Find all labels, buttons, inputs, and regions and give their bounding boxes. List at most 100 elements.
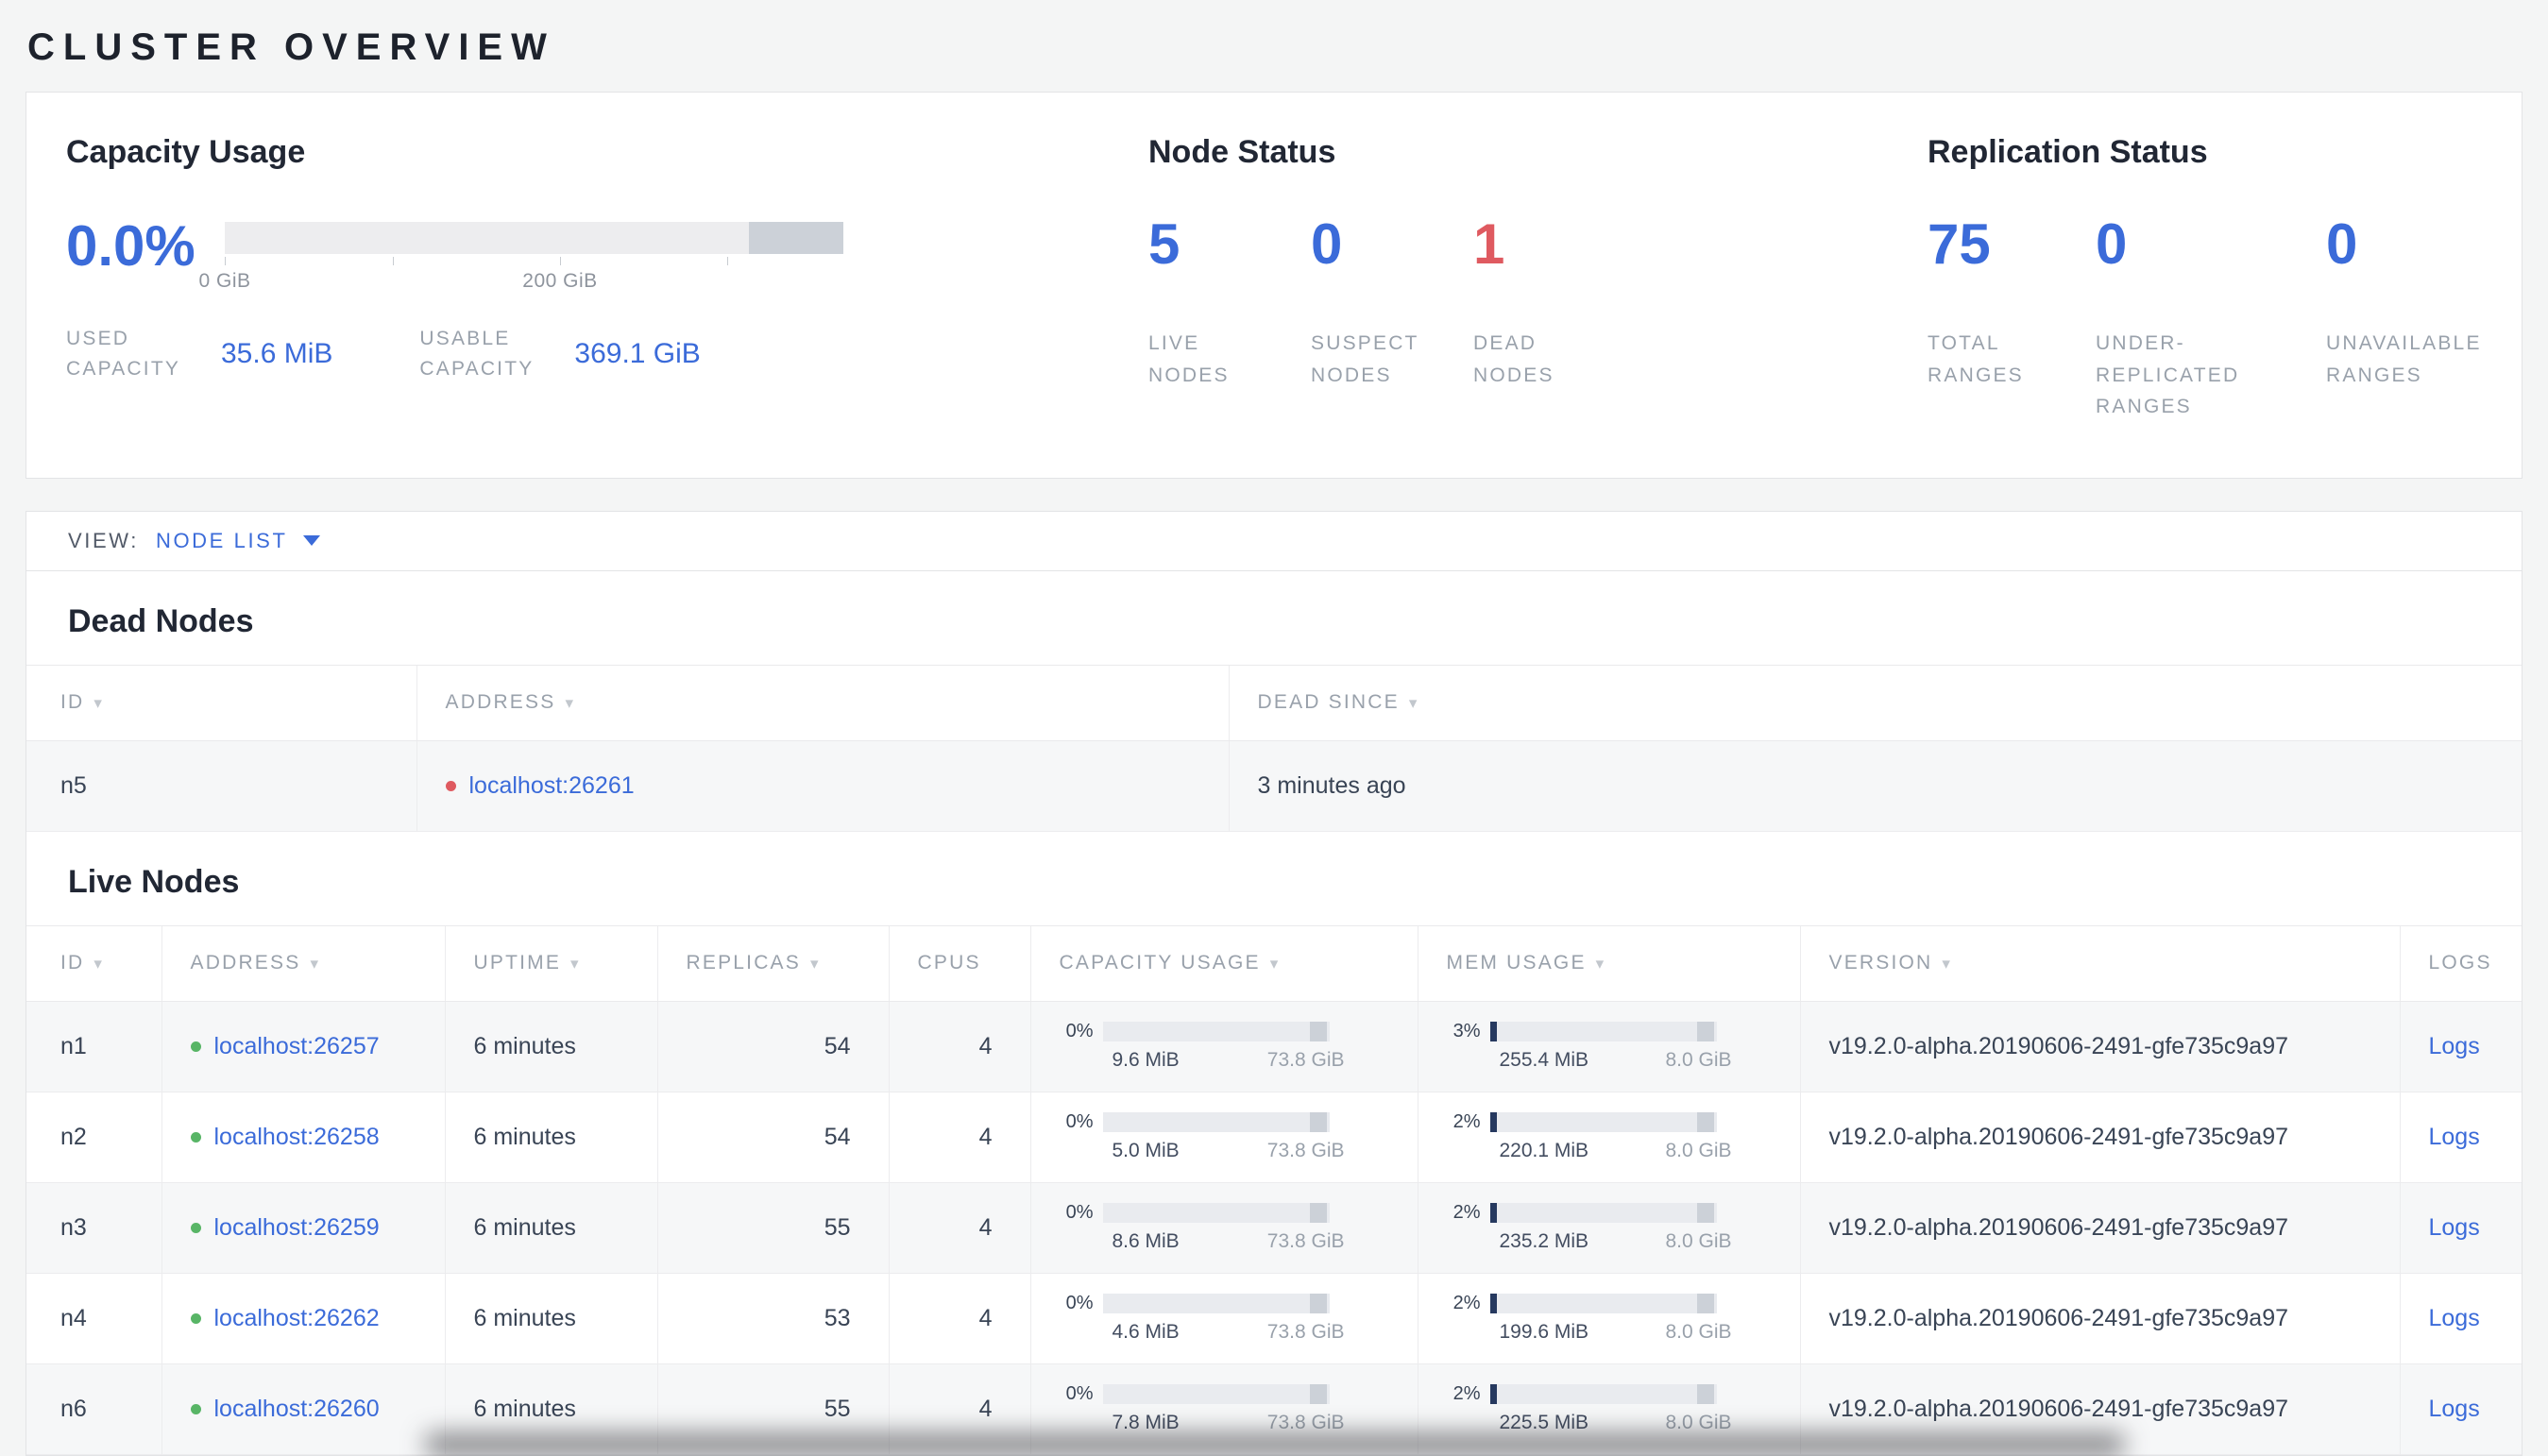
- node-id-cell: n4: [26, 1273, 161, 1364]
- column-label: MEM USAGE: [1446, 952, 1587, 974]
- node-replicas-cell: 55: [656, 1182, 889, 1274]
- live-nodes-col-uptime[interactable]: UPTIME ▾: [444, 924, 657, 1002]
- column-label: CAPACITY USAGE: [1059, 952, 1261, 974]
- node-cpus-cell: 4: [888, 1273, 1030, 1364]
- node-address-link[interactable]: localhost:26259: [214, 1214, 380, 1241]
- live-nodes-label: LIVE NODES: [1148, 332, 1230, 386]
- dead-nodes-col-dead-since[interactable]: DEAD SINCE ▾: [1228, 664, 2522, 741]
- capacity-usage-meter: 0% 7.8 MiB 73.8 GiB: [1060, 1383, 1345, 1434]
- live-nodes-col-address[interactable]: ADDRESS ▾: [161, 924, 445, 1002]
- sort-desc-icon: ▾: [93, 955, 105, 973]
- memory-usage-bar: [1489, 1384, 1717, 1405]
- view-selector-dropdown[interactable]: NODE LIST: [156, 529, 320, 553]
- usage-bar-capacity-marker: [1696, 1384, 1714, 1405]
- live-status-dot-icon: [190, 1041, 201, 1052]
- capacity-usage-meter: 0% 9.6 MiB 73.8 GiB: [1060, 1021, 1345, 1072]
- usage-used-value: 225.5 MiB: [1499, 1412, 1589, 1434]
- total-ranges-label: TOTAL RANGES: [1928, 332, 2024, 386]
- node-address-link[interactable]: localhost:26258: [214, 1124, 380, 1150]
- dead-nodes-stat: 1 DEAD NODES: [1473, 216, 1636, 391]
- capacity-usage-row: 0%: [1060, 1383, 1345, 1405]
- usage-percent: 2%: [1452, 1293, 1481, 1314]
- usage-bar-fill: [1489, 1112, 1497, 1133]
- memory-usage-meter: 2% 225.5 MiB 8.0 GiB: [1447, 1383, 1732, 1434]
- live-nodes-col-id[interactable]: ID ▾: [26, 924, 161, 1002]
- capacity-usage-values: 5.0 MiB 73.8 GiB: [1060, 1140, 1345, 1162]
- logs-link[interactable]: Logs: [2429, 1124, 2480, 1150]
- node-address-cell: localhost:26260: [161, 1363, 445, 1455]
- memory-usage-cell: 2% 235.2 MiB 8.0 GiB: [1417, 1182, 1800, 1274]
- live-status-dot-icon: [190, 1131, 201, 1143]
- capacity-usage-cell: 0% 4.6 MiB 73.8 GiB: [1029, 1273, 1418, 1364]
- sort-desc-icon: ▾: [310, 955, 321, 973]
- live-nodes-col-mem-usage[interactable]: MEM USAGE ▾: [1417, 924, 1800, 1002]
- live-node-row: n1 localhost:26257 6 minutes 54 4 0% 9.6 MiB 73…: [26, 1001, 2522, 1092]
- node-uptime-cell: 6 minutes: [444, 1273, 657, 1364]
- axis-tick: [726, 257, 728, 265]
- node-address-link[interactable]: localhost:26257: [214, 1033, 380, 1059]
- node-status-heading: Node Status: [1148, 134, 1336, 170]
- usage-used-value: 255.4 MiB: [1499, 1049, 1589, 1072]
- suspect-nodes-count: 0: [1311, 212, 1343, 276]
- suspect-nodes-label: SUSPECT NODES: [1311, 332, 1419, 386]
- dead-nodes-col-address[interactable]: ADDRESS ▾: [416, 664, 1229, 741]
- logs-link[interactable]: Logs: [2429, 1396, 2480, 1422]
- usage-used-value: 7.8 MiB: [1112, 1412, 1180, 1434]
- usage-bar-fill: [1489, 1022, 1497, 1042]
- node-version-cell: v19.2.0-alpha.20190606-2491-gfe735c9a97: [1799, 1273, 2400, 1364]
- dead-since-cell: 3 minutes ago: [1228, 740, 2522, 832]
- logs-link[interactable]: Logs: [2429, 1305, 2480, 1331]
- usage-total-value: 73.8 GiB: [1266, 1321, 1345, 1344]
- node-address-link[interactable]: localhost:26261: [469, 772, 635, 799]
- dead-nodes-label: DEAD NODES: [1473, 332, 1554, 386]
- node-replicas-cell: 53: [656, 1273, 889, 1364]
- capacity-usage-bar: [1102, 1294, 1330, 1314]
- cluster-overview-page: CLUSTER OVERVIEW Capacity Usage 0.0% 0 G…: [0, 26, 2548, 1456]
- usage-bar-fill: [1489, 1294, 1497, 1314]
- usage-total-value: 8.0 GiB: [1665, 1321, 1732, 1344]
- capacity-usage-values: 9.6 MiB 73.8 GiB: [1060, 1049, 1345, 1072]
- node-address-link[interactable]: localhost:26262: [214, 1305, 380, 1331]
- live-status-dot-icon: [190, 1312, 201, 1324]
- usage-total-value: 73.8 GiB: [1266, 1140, 1345, 1162]
- node-status-section: Node Status 5 LIVE NODES 0 SUSPECT NODES…: [1148, 134, 1928, 423]
- column-label: ID: [60, 952, 85, 974]
- node-address-cell: localhost:26262: [161, 1273, 445, 1364]
- usage-used-value: 235.2 MiB: [1499, 1230, 1589, 1253]
- replication-status-section: Replication Status 75 TOTAL RANGES 0 UND…: [1928, 134, 2522, 423]
- memory-usage-bar: [1489, 1022, 1717, 1042]
- node-replicas-cell: 54: [656, 1092, 889, 1183]
- sort-desc-icon: ▾: [93, 694, 105, 713]
- node-cpus-cell: 4: [888, 1092, 1030, 1183]
- memory-usage-row: 2%: [1447, 1383, 1732, 1405]
- node-replicas-cell: 54: [656, 1001, 889, 1092]
- sort-desc-icon: ▾: [1595, 955, 1606, 973]
- chevron-down-icon: [302, 535, 320, 547]
- usage-total-value: 8.0 GiB: [1665, 1049, 1732, 1072]
- under-replicated-ranges-count: 0: [2096, 212, 2128, 276]
- live-nodes-col-version[interactable]: VERSION ▾: [1799, 924, 2400, 1002]
- usage-bar-capacity-marker: [1309, 1112, 1327, 1133]
- node-uptime-cell: 6 minutes: [444, 1001, 657, 1092]
- node-address-link[interactable]: localhost:26260: [214, 1396, 380, 1422]
- logs-link[interactable]: Logs: [2429, 1214, 2480, 1241]
- memory-usage-cell: 2% 220.1 MiB 8.0 GiB: [1417, 1092, 1800, 1183]
- capacity-usage-values: 8.6 MiB 73.8 GiB: [1060, 1230, 1345, 1253]
- live-node-row: n3 localhost:26259 6 minutes 55 4 0% 8.6 MiB 73…: [26, 1182, 2522, 1274]
- unavailable-ranges-count: 0: [2326, 212, 2358, 276]
- view-bar: VIEW: NODE LIST: [25, 510, 2523, 571]
- live-nodes-col-capacity-usage[interactable]: CAPACITY USAGE ▾: [1029, 924, 1418, 1002]
- usage-total-value: 8.0 GiB: [1665, 1140, 1732, 1162]
- axis-tick-label: 0 GiB: [198, 270, 251, 292]
- sort-desc-icon: ▾: [1408, 694, 1419, 713]
- usage-bar-capacity-marker: [1696, 1203, 1714, 1224]
- dead-node-row: n5 localhost:26261 3 minutes ago: [26, 740, 2522, 832]
- live-nodes-col-replicas[interactable]: REPLICAS ▾: [656, 924, 889, 1002]
- logs-link[interactable]: Logs: [2429, 1033, 2480, 1059]
- node-logs-cell: Logs: [2399, 1273, 2522, 1364]
- capacity-usage-meter: 0% 8.6 MiB 73.8 GiB: [1060, 1202, 1345, 1253]
- node-logs-cell: Logs: [2399, 1182, 2522, 1274]
- live-node-row: n4 localhost:26262 6 minutes 53 4 0% 4.6 MiB 73…: [26, 1273, 2522, 1364]
- usable-capacity-stat: USABLE CAPACITY 369.1 GiB: [419, 324, 700, 383]
- dead-nodes-col-id[interactable]: ID ▾: [26, 664, 416, 741]
